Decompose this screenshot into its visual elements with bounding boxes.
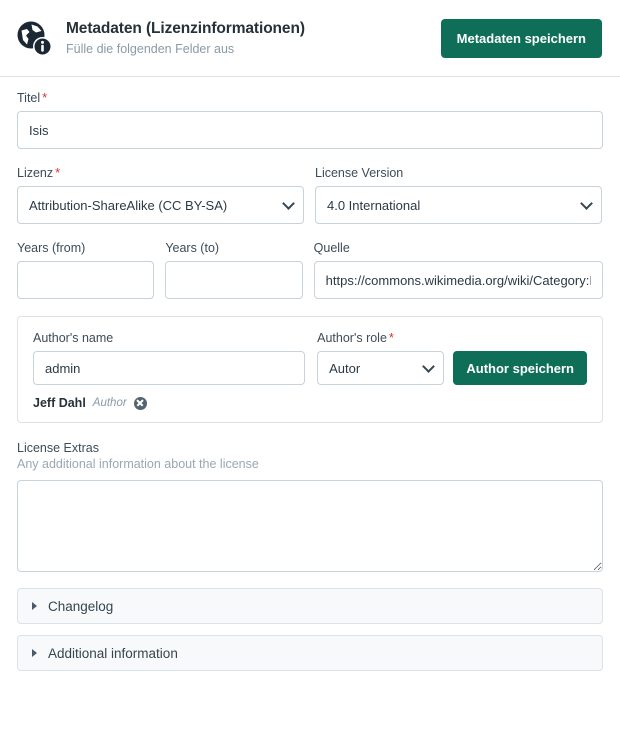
license-version-select-wrapper: 4.0 International bbox=[315, 186, 602, 224]
source-field-group: Quelle bbox=[313, 241, 604, 299]
metadata-form: Titel* Lizenz* Attribution-ShareAlike (C… bbox=[0, 77, 620, 671]
page-subtitle: Fülle die folgenden Felder aus bbox=[66, 41, 235, 56]
license-extras-group: License Extras Any additional informatio… bbox=[17, 441, 603, 577]
save-metadata-button[interactable]: Metadaten speichern bbox=[440, 18, 602, 58]
years-from-field-group: Years (from) bbox=[17, 241, 155, 299]
remove-author-icon[interactable] bbox=[133, 396, 147, 410]
license-extras-label: License Extras bbox=[17, 441, 99, 455]
title-required-marker: * bbox=[42, 90, 48, 105]
chevron-right-icon bbox=[32, 649, 37, 657]
title-label-text: Titel bbox=[17, 91, 41, 105]
license-row: Lizenz * Attribution-ShareAlike (CC BY-SA… bbox=[17, 166, 603, 224]
license-version-select[interactable]: 4.0 International bbox=[315, 186, 602, 224]
years-to-field-group: Years (to) bbox=[165, 241, 303, 299]
accordion-additional-information[interactable]: Additional information bbox=[17, 635, 603, 671]
author-role-required-marker: * bbox=[388, 330, 394, 345]
source-field-label: Quelle bbox=[313, 241, 350, 255]
license-select[interactable]: Attribution-ShareAlike (CC BY-SA) bbox=[17, 186, 304, 224]
accordion-changelog[interactable]: Changelog bbox=[17, 588, 603, 624]
years-to-input[interactable] bbox=[165, 261, 303, 299]
author-input-row: Author's name Author's role* Autor Autho… bbox=[33, 331, 587, 385]
chevron-right-icon bbox=[32, 602, 37, 610]
years-from-input[interactable] bbox=[17, 261, 155, 299]
license-field-label: Lizenz * bbox=[17, 166, 304, 180]
title-field-group: Titel * bbox=[17, 91, 603, 149]
license-extras-hint: Any additional information about the lic… bbox=[17, 457, 259, 471]
author-name-field-group: Author's name bbox=[33, 331, 306, 385]
author-chip-role: Author bbox=[92, 397, 127, 409]
author-name-input[interactable] bbox=[33, 351, 306, 385]
author-list-item: Jeff Dahl Author bbox=[33, 396, 587, 410]
license-field-group: Lizenz * Attribution-ShareAlike (CC BY-SA… bbox=[17, 166, 304, 224]
accordion-additional-information-label: Additional information bbox=[48, 645, 178, 661]
license-extras-textarea[interactable] bbox=[17, 480, 603, 572]
accordion-changelog-label: Changelog bbox=[48, 598, 114, 614]
author-role-select-wrapper: Autor bbox=[317, 351, 445, 385]
author-chip-name: Jeff Dahl bbox=[33, 396, 86, 410]
author-role-field-group: Author's role * Autor bbox=[317, 331, 445, 385]
years-from-field-label: Years (from) bbox=[17, 241, 86, 255]
page-header: Metadaten (Lizenzinformationen) Fülle di… bbox=[0, 0, 620, 77]
author-role-label-text: Author's role bbox=[317, 331, 387, 345]
license-select-wrapper: Attribution-ShareAlike (CC BY-SA) bbox=[17, 186, 304, 224]
author-role-field-label: Author's role * bbox=[317, 331, 444, 345]
license-version-field-group: License Version 4.0 International bbox=[315, 166, 602, 224]
globe-info-icon bbox=[14, 18, 54, 58]
title-field-label: Titel * bbox=[17, 91, 603, 105]
title-input[interactable] bbox=[17, 111, 603, 149]
author-panel: Author's name Author's role* Autor Autho… bbox=[17, 316, 603, 423]
header-text-block: Metadaten (Lizenzinformationen) Fülle di… bbox=[66, 19, 441, 57]
years-to-field-label: Years (to) bbox=[165, 241, 220, 255]
license-version-field-label: License Version bbox=[315, 166, 404, 180]
license-label-text: Lizenz bbox=[17, 166, 54, 180]
source-input[interactable] bbox=[313, 261, 604, 299]
author-name-field-label: Author's name bbox=[33, 331, 114, 345]
save-author-button[interactable]: Author speichern bbox=[453, 351, 587, 385]
years-source-row: Years (from) Years (to) Quelle bbox=[17, 241, 604, 299]
author-role-select[interactable]: Autor bbox=[317, 351, 445, 385]
license-required-marker: * bbox=[55, 165, 61, 180]
page-title: Metadaten (Lizenzinformationen) bbox=[66, 20, 305, 38]
